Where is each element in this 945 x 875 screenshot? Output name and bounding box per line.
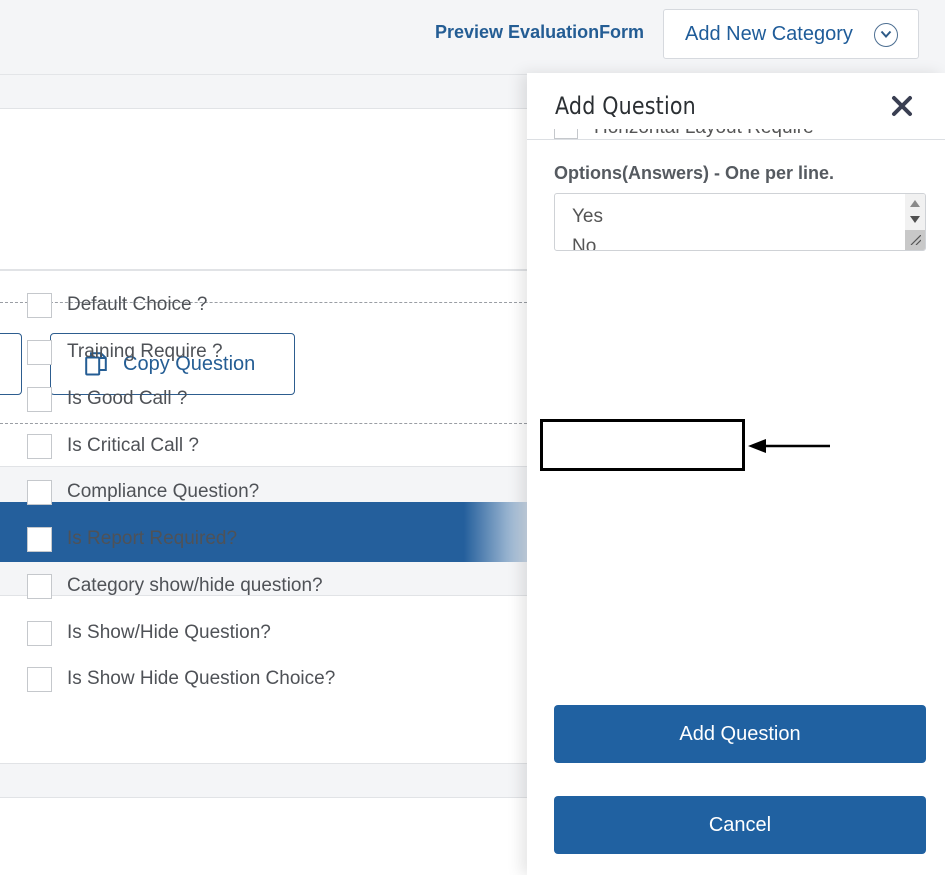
checkbox[interactable] — [27, 666, 52, 692]
checkbox-label: Is Show Hide Question Choice? — [67, 668, 336, 689]
scroll-down-icon[interactable] — [910, 216, 920, 223]
checkbox[interactable] — [554, 129, 578, 139]
checkbox-label: Compliance Question? — [67, 481, 260, 502]
is-report-required-checkbox-row[interactable]: Is Report Required? — [27, 526, 237, 552]
panel-title: Add Question — [555, 92, 696, 120]
checkbox[interactable] — [27, 339, 52, 365]
top-bar: Preview EvaluationForm Add New Category — [0, 0, 945, 75]
close-icon[interactable] — [891, 95, 913, 117]
checkbox-label: Category show/hide question? — [67, 575, 323, 596]
checkbox-label: Is Critical Call ? — [67, 435, 199, 456]
training-require-checkbox-row[interactable]: Training Require ? — [27, 339, 223, 365]
panel-divider — [527, 139, 945, 140]
action-button-partial[interactable] — [0, 333, 22, 395]
checkbox[interactable] — [27, 620, 52, 646]
is-critical-call-checkbox-row[interactable]: Is Critical Call ? — [27, 433, 199, 459]
option-line: Yes — [572, 206, 603, 227]
checkbox[interactable] — [27, 573, 52, 599]
checkbox[interactable] — [27, 526, 52, 552]
option-line: No — [572, 236, 597, 251]
is-good-call-checkbox-row[interactable]: Is Good Call ? — [27, 386, 187, 412]
textarea-scrollbar[interactable] — [905, 194, 925, 250]
is-show-hide-question-checkbox-row[interactable]: Is Show/Hide Question? — [27, 620, 271, 646]
default-choice-checkbox-row[interactable]: Default Choice ? — [27, 292, 207, 318]
scroll-up-icon[interactable] — [910, 200, 920, 207]
checkbox-label: Is Report Required? — [67, 528, 238, 549]
preview-evaluation-form-link[interactable]: Preview EvaluationForm — [435, 22, 644, 43]
category-show-hide-checkbox-row[interactable]: Category show/hide question? — [27, 573, 323, 599]
checkbox[interactable] — [27, 433, 52, 459]
checkbox-label: Default Choice ? — [67, 294, 208, 315]
checkbox[interactable] — [27, 386, 52, 412]
checkbox-label: Horizontal Layout Required? — [594, 129, 813, 139]
annotation-highlight-box — [540, 419, 745, 471]
add-new-category-label: Add New Category — [685, 22, 853, 45]
dashed-divider — [0, 423, 527, 424]
resize-handle-icon[interactable] — [905, 230, 925, 250]
options-textarea[interactable]: Yes No — [554, 193, 926, 251]
is-show-hide-question-choice-checkbox-row[interactable]: Is Show Hide Question Choice? — [27, 666, 335, 692]
question-card — [0, 108, 527, 270]
add-new-category-button[interactable]: Add New Category — [663, 9, 919, 59]
checkbox-label: Is Show/Hide Question? — [67, 622, 271, 643]
checkbox-label: Is Good Call ? — [67, 388, 188, 409]
cancel-button[interactable]: Cancel — [554, 796, 926, 854]
add-question-button[interactable]: Add Question — [554, 705, 926, 763]
annotation-arrow-icon — [748, 439, 830, 453]
options-answers-label: Options(Answers) - One per line. — [554, 163, 835, 183]
horizontal-layout-checkbox-row[interactable]: Horizontal Layout Required? — [553, 129, 813, 139]
checkbox[interactable] — [27, 479, 52, 505]
compliance-question-checkbox-row[interactable]: Compliance Question? — [27, 479, 259, 505]
chevron-down-icon — [874, 23, 898, 47]
question-card — [0, 797, 527, 875]
checkbox-label: Training Require ? — [67, 341, 223, 362]
checkbox[interactable] — [27, 292, 52, 318]
